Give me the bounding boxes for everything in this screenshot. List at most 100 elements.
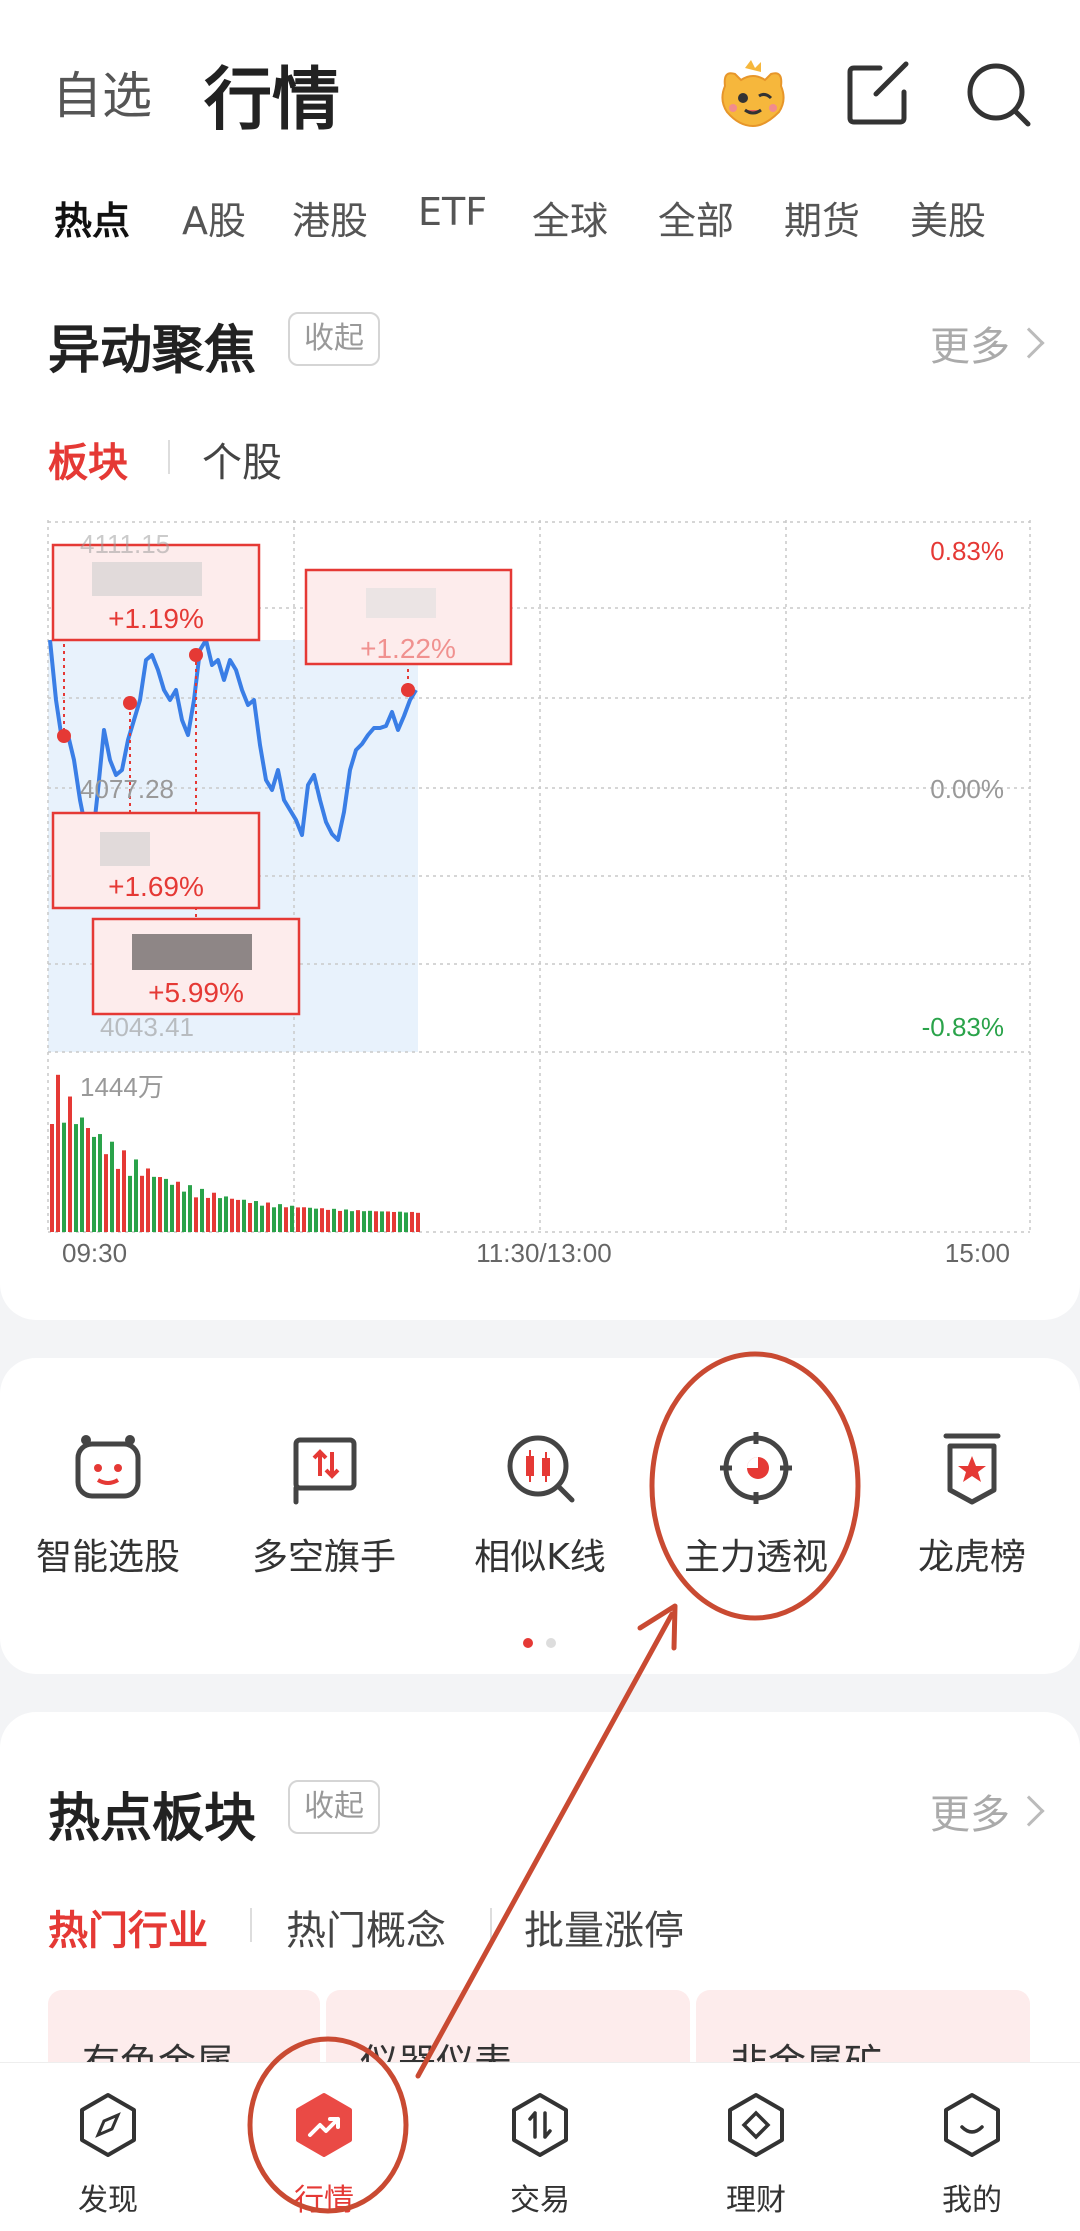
tool-label: 智能选股 bbox=[35, 1537, 180, 1578]
tool-label: 龙虎榜 bbox=[917, 1537, 1026, 1578]
volume-bar bbox=[110, 1141, 114, 1232]
nav-label: 我的 bbox=[942, 2183, 1002, 2218]
page-dot bbox=[546, 1638, 556, 1648]
volume-bar bbox=[128, 1175, 132, 1232]
annotation-box-4[interactable]: +5.99% bbox=[91, 917, 301, 1016]
y-left-mid: 4077.28 bbox=[80, 774, 174, 804]
nav-wealth[interactable]: 理财 bbox=[648, 2091, 864, 2221]
volume-bar bbox=[284, 1207, 288, 1232]
y-left-top: 4111.15 bbox=[80, 529, 170, 559]
volume-bar bbox=[164, 1178, 168, 1232]
annotation-box-3[interactable]: +1.69% bbox=[51, 811, 261, 910]
volume-bar bbox=[254, 1201, 258, 1232]
volume-bar bbox=[140, 1175, 144, 1232]
volume-bar bbox=[356, 1210, 360, 1232]
volume-bar bbox=[152, 1176, 156, 1232]
nav-label: 理财 bbox=[726, 2183, 786, 2218]
volume-bar bbox=[86, 1128, 90, 1232]
tool-smart-picker[interactable]: 智能选股 bbox=[0, 1428, 216, 1608]
volume-bar bbox=[236, 1199, 240, 1232]
robot-icon bbox=[75, 1435, 141, 1499]
tool-label: 相似K线 bbox=[474, 1537, 606, 1578]
volume-bar bbox=[338, 1210, 342, 1232]
volume-bar bbox=[386, 1211, 390, 1232]
volume-bar bbox=[362, 1211, 366, 1232]
subtab-divider bbox=[490, 1908, 492, 1942]
tool-dragon-tiger[interactable]: 龙虎榜 bbox=[864, 1428, 1080, 1608]
volume-bar bbox=[98, 1134, 102, 1232]
volume-bar bbox=[56, 1074, 60, 1232]
annotation-box-2[interactable]: +1.22% bbox=[304, 568, 513, 666]
volume-bar bbox=[230, 1198, 234, 1232]
dragon-tiger-list-icon bbox=[943, 1433, 1001, 1505]
tool-main-force[interactable]: 主力透视 bbox=[648, 1428, 864, 1608]
volume-bar bbox=[260, 1205, 264, 1232]
nav-label: 交易 bbox=[510, 2183, 570, 2218]
volume-bar bbox=[296, 1207, 300, 1232]
volume-bar bbox=[380, 1211, 384, 1232]
volume-bar bbox=[248, 1203, 252, 1232]
volume-bar bbox=[62, 1122, 66, 1232]
tool-label: 多空旗手 bbox=[251, 1537, 396, 1578]
volume-bar bbox=[302, 1207, 306, 1232]
annotation-box-1[interactable]: +1.19% bbox=[51, 543, 261, 642]
tool-similar-kline[interactable]: 相似K线 bbox=[432, 1428, 648, 1608]
smile-icon bbox=[944, 2093, 1000, 2157]
volume-bar bbox=[206, 1197, 210, 1232]
compass-icon bbox=[80, 2093, 136, 2157]
tool-long-short[interactable]: 多空旗手 bbox=[216, 1428, 432, 1608]
volume-bar bbox=[266, 1202, 270, 1232]
nav-label: 行情 bbox=[294, 2183, 354, 2218]
exchange-icon bbox=[512, 2093, 568, 2157]
main-force-target-icon bbox=[720, 1432, 792, 1504]
hot-sectors-title: 热点板块 bbox=[48, 1789, 257, 1849]
volume-bar bbox=[182, 1191, 186, 1232]
volume-bar bbox=[176, 1181, 180, 1232]
volume-bar bbox=[326, 1209, 330, 1232]
volume-bar bbox=[344, 1209, 348, 1232]
tools-card: 智能选股 多空旗手 相似K线 主力透视 龙虎榜 bbox=[0, 1358, 1080, 1674]
volume-bar bbox=[308, 1207, 312, 1232]
y-right-mid: 0.00% bbox=[930, 774, 1004, 804]
trend-icon bbox=[296, 2093, 352, 2157]
volume-bar bbox=[122, 1150, 126, 1232]
volume-bar bbox=[116, 1168, 120, 1232]
nav-market[interactable]: 行情 bbox=[216, 2091, 432, 2221]
volume-bar bbox=[194, 1197, 198, 1232]
volume-bar bbox=[158, 1177, 162, 1232]
volume-bar bbox=[188, 1185, 192, 1232]
annotation-2-change: +1.22% bbox=[360, 633, 456, 664]
volume-bar bbox=[224, 1196, 228, 1232]
nav-trade[interactable]: 交易 bbox=[432, 2091, 648, 2221]
volume-bar bbox=[416, 1212, 420, 1232]
volume-bar bbox=[170, 1184, 174, 1232]
volume-bar bbox=[212, 1192, 216, 1232]
volume-bar bbox=[350, 1211, 354, 1232]
volume-bar bbox=[278, 1204, 282, 1232]
volume-bar bbox=[332, 1208, 336, 1232]
annotation-1-change: +1.19% bbox=[108, 603, 204, 634]
long-short-flag-icon bbox=[293, 1437, 357, 1505]
volume-bar bbox=[242, 1199, 246, 1232]
volume-bar bbox=[80, 1117, 84, 1232]
tool-label: 主力透视 bbox=[683, 1537, 828, 1578]
volume-bar bbox=[104, 1154, 108, 1232]
subtab-batch-limit-up[interactable]: 批量涨停 bbox=[524, 1898, 684, 1956]
hot-sectors-more-link[interactable]: 更多 bbox=[930, 1782, 1010, 1840]
volume-bar bbox=[68, 1096, 72, 1232]
volume-bar bbox=[314, 1208, 318, 1232]
intraday-chart[interactable]: +1.19% +1.22% +1.69% +5.99% 4111.15 4077… bbox=[0, 0, 1080, 1300]
nav-discover[interactable]: 发现 bbox=[0, 2091, 216, 2221]
similar-kline-icon bbox=[507, 1435, 575, 1503]
volume-bar bbox=[404, 1212, 408, 1232]
subtab-hot-industry[interactable]: 热门行业 bbox=[48, 1898, 208, 1956]
hot-sectors-collapse-button[interactable]: 收起 bbox=[288, 1780, 380, 1834]
nav-profile[interactable]: 我的 bbox=[864, 2091, 1080, 2221]
annotation-3-change: +1.69% bbox=[108, 871, 204, 902]
volume-bar bbox=[146, 1168, 150, 1232]
y-left-bottom: 4043.41 bbox=[100, 1012, 194, 1042]
volume-bar bbox=[410, 1211, 414, 1232]
volume-bar bbox=[374, 1211, 378, 1232]
subtab-hot-concept[interactable]: 热门概念 bbox=[286, 1898, 446, 1956]
y-right-top: 0.83% bbox=[930, 536, 1004, 566]
